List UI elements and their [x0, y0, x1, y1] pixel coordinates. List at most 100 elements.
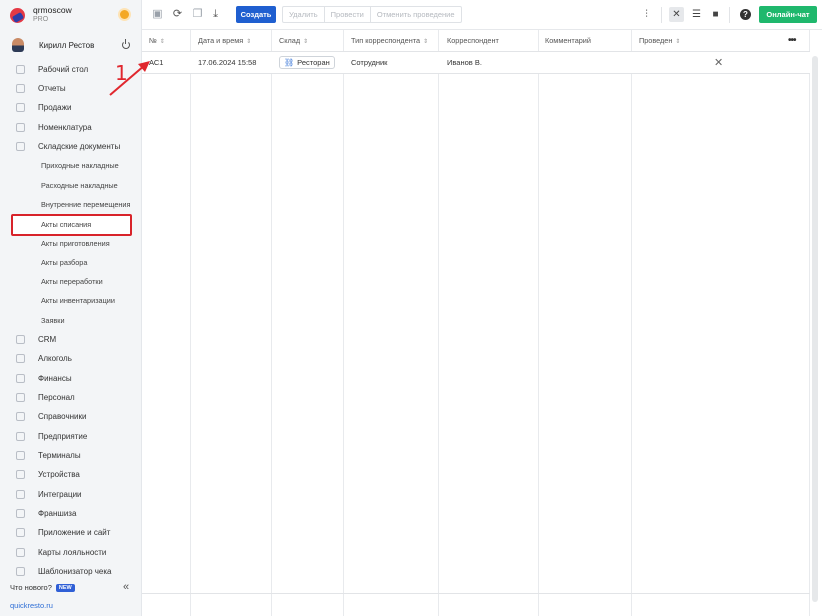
- sidebar-subitem-cooking[interactable]: Акты приготовления: [0, 234, 142, 253]
- sidebar-item-integrations[interactable]: Интеграции: [0, 485, 142, 504]
- sidebar-item-devices[interactable]: Устройства: [0, 465, 142, 484]
- sidebar-item-receipt-template[interactable]: Шаблонизатор чека: [0, 562, 142, 581]
- cart-icon: [16, 103, 25, 112]
- sidebar-item-label: Отчеты: [38, 84, 66, 93]
- vertical-scrollbar[interactable]: [812, 56, 818, 602]
- help-icon[interactable]: ?: [740, 9, 751, 20]
- copy-icon[interactable]: ❐: [192, 9, 203, 20]
- logout-power-icon[interactable]: [122, 39, 130, 49]
- user-name: Кирилл Рестов: [39, 40, 95, 50]
- column-header-datetime[interactable]: Дата и время ⇕: [198, 30, 251, 52]
- sort-icon: ⇕: [423, 39, 429, 45]
- sidebar-item-loyalty[interactable]: Карты лояльности: [0, 543, 142, 562]
- table-footer-line: [142, 593, 810, 594]
- column-header-comment[interactable]: Комментарий: [545, 30, 591, 52]
- sort-icon: ⇕: [159, 39, 165, 45]
- sidebar-subitem-requests[interactable]: Заявки: [0, 311, 142, 330]
- store-chip[interactable]: ⛓ Ресторан: [279, 56, 335, 69]
- sidebar-item-finance[interactable]: Финансы: [0, 369, 142, 388]
- whats-new-label: Что нового?: [10, 583, 52, 592]
- column-header-posted[interactable]: Проведен ⇕: [639, 30, 680, 52]
- whats-new-link[interactable]: Что нового? NEW: [10, 583, 75, 592]
- sidebar-subitem-label: Акты переработки: [41, 277, 103, 286]
- sidebar-item-label: Алкоголь: [38, 354, 72, 363]
- brand-name: qrmoscow: [33, 5, 72, 15]
- sidebar-subitem-label: Акты списания: [41, 220, 92, 229]
- column-header-corr-type[interactable]: Тип корреспондента ⇕: [351, 30, 428, 52]
- table-header: № ⇕ Дата и время ⇕ Склад ⇕ Тип корреспонден…: [142, 30, 810, 52]
- sidebar-item-warehouse-docs[interactable]: Складские документы: [0, 137, 142, 156]
- refresh-icon[interactable]: ⟳: [172, 9, 183, 20]
- sidebar-subitem-transfers[interactable]: Внутренние перемещения: [0, 195, 142, 214]
- tools-icon[interactable]: ✕: [669, 7, 684, 22]
- download-icon[interactable]: ⤓: [210, 9, 221, 20]
- sidebar-item-staff[interactable]: Персонал: [0, 388, 142, 407]
- column-header-label: Тип корреспондента: [351, 36, 421, 45]
- sidebar-item-label: Рабочий стол: [38, 65, 89, 74]
- sidebar-item-sales[interactable]: Продажи: [0, 98, 142, 117]
- sidebar-subitem-label: Акты приготовления: [41, 239, 110, 248]
- book-icon: [16, 412, 25, 421]
- sidebar-item-franchise[interactable]: Франшиза: [0, 504, 142, 523]
- avatar: [12, 38, 24, 52]
- user-profile[interactable]: Кирилл Рестов: [0, 34, 142, 56]
- cell-corr-type: Сотрудник: [351, 58, 388, 67]
- sidebar-subitem-disassembly[interactable]: Акты разбора: [0, 253, 142, 272]
- sidebar-item-label: Карты лояльности: [38, 548, 107, 557]
- sidebar-subitem-label: Акты разбора: [41, 258, 88, 267]
- sidebar-item-label: Франшиза: [38, 509, 77, 518]
- list-icon[interactable]: ☰: [689, 7, 704, 22]
- sidebar-item-label: Финансы: [38, 374, 72, 383]
- theme-sun-icon[interactable]: [120, 10, 129, 19]
- more-options-icon[interactable]: •••: [788, 30, 796, 52]
- sidebar-subitem-processing[interactable]: Акты переработки: [0, 272, 142, 291]
- sidebar-subitem-outgoing[interactable]: Расходные накладные: [0, 176, 142, 195]
- table-row[interactable]: АС1 17.06.2024 15:58 ⛓ Ресторан Сотрудник…: [142, 52, 810, 74]
- create-button[interactable]: Создать: [236, 6, 276, 23]
- sidebar-subitem-label: Внутренние перемещения: [41, 200, 131, 209]
- collapse-sidebar-icon[interactable]: «: [123, 581, 129, 593]
- column-header-number[interactable]: № ⇕: [149, 30, 165, 52]
- sidebar-item-label: Предприятие: [38, 432, 88, 441]
- card-icon: [16, 548, 25, 557]
- documents-table: № ⇕ Дата и время ⇕ Склад ⇕ Тип корреспонден…: [142, 30, 810, 616]
- crm-icon: [16, 335, 25, 344]
- online-chat-button[interactable]: Онлайн-чат: [759, 6, 817, 23]
- sort-icon: ⇕: [303, 39, 309, 45]
- sidebar-item-label: Терминалы: [38, 451, 81, 460]
- sidebar-item-nomenclature[interactable]: Номенклатура: [0, 118, 142, 137]
- not-posted-close-icon: ✕: [714, 57, 724, 69]
- sidebar-item-enterprise[interactable]: Предприятие: [0, 427, 142, 446]
- sort-icon: ⇕: [675, 39, 681, 45]
- post-button[interactable]: Провести: [325, 7, 371, 22]
- integration-icon: [16, 490, 25, 499]
- sidebar-subitem-label: Расходные накладные: [41, 181, 118, 190]
- building-icon: [16, 432, 25, 441]
- unpost-button[interactable]: Отменить проведение: [371, 7, 461, 22]
- trash-icon[interactable]: ■: [708, 7, 723, 22]
- column-header-store[interactable]: Склад ⇕: [279, 30, 308, 52]
- sidebar-item-terminals[interactable]: Терминалы: [0, 446, 142, 465]
- sidebar-subitem-inventory[interactable]: Акты инвентаризации: [0, 291, 142, 310]
- sidebar-item-crm[interactable]: CRM: [0, 330, 142, 349]
- column-divider: [538, 30, 539, 616]
- column-header-label: Комментарий: [545, 36, 591, 45]
- column-header-label: Проведен: [639, 36, 673, 45]
- site-link[interactable]: quickresto.ru: [10, 601, 53, 610]
- column-divider: [438, 30, 439, 616]
- sidebar-subitem-writeoffs[interactable]: Акты списания: [0, 215, 142, 234]
- column-settings-icon[interactable]: ⫶: [639, 7, 654, 22]
- sidebar-item-alcohol[interactable]: Алкоголь: [0, 349, 142, 368]
- column-divider: [343, 30, 344, 616]
- delete-button[interactable]: Удалить: [283, 7, 325, 22]
- column-divider: [631, 30, 632, 616]
- reports-icon: [16, 84, 25, 93]
- wallet-icon: [16, 374, 25, 383]
- brand[interactable]: qrmoscow PRO: [0, 0, 142, 30]
- save-icon[interactable]: ▣: [152, 9, 163, 20]
- sidebar-item-app-site[interactable]: Приложение и сайт: [0, 523, 142, 542]
- sidebar-item-directories[interactable]: Справочники: [0, 407, 142, 426]
- sidebar-subitem-incoming[interactable]: Приходные накладные: [0, 156, 142, 175]
- sidebar-item-label: CRM: [38, 335, 57, 344]
- column-header-correspondent[interactable]: Корреспондент: [447, 30, 499, 52]
